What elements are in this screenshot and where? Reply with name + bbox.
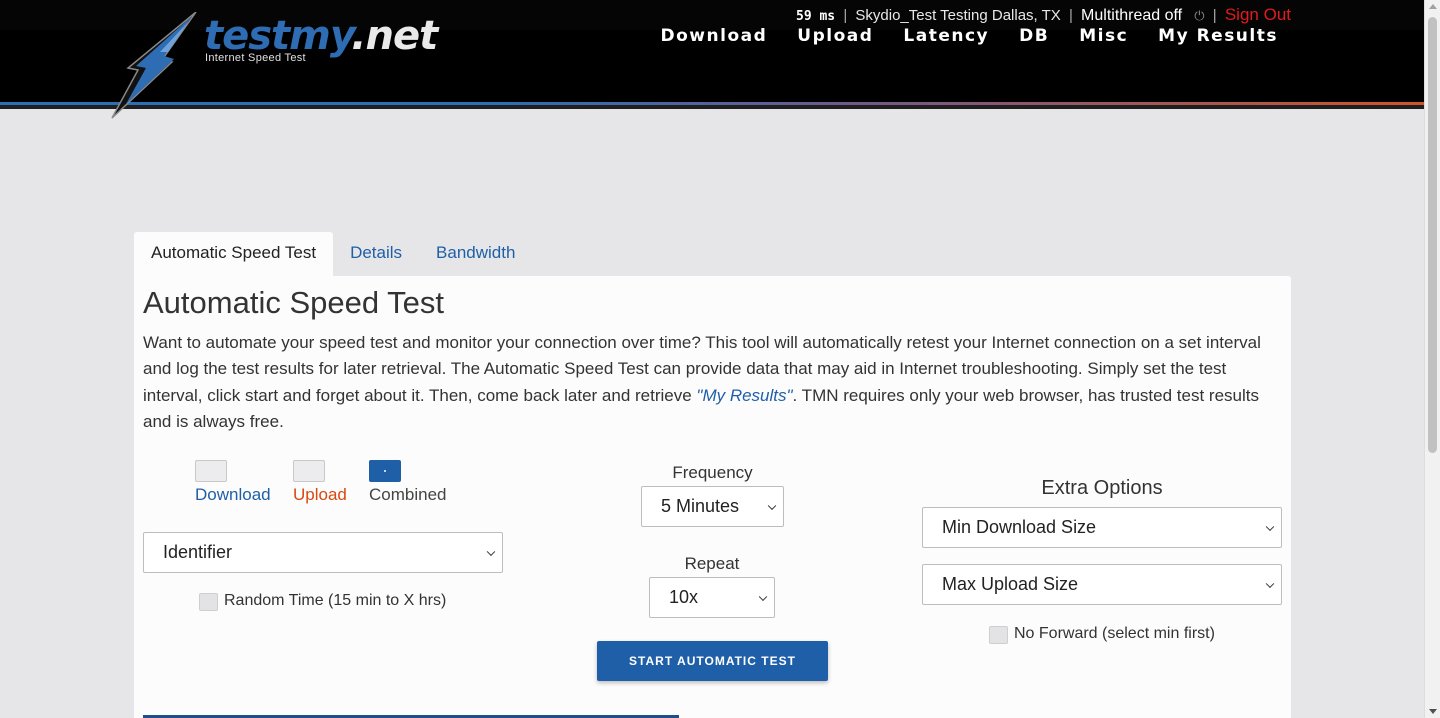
scroll-up-arrow-icon[interactable] <box>1429 4 1437 9</box>
main-nav: Download Upload Latency DB Misc My Resul… <box>661 26 1278 46</box>
tab-bandwidth[interactable]: Bandwidth <box>419 232 532 276</box>
min-download-size-select[interactable]: Min Download Size <box>922 507 1282 548</box>
upload-label: Upload <box>293 485 347 504</box>
scroll-down-arrow-icon[interactable] <box>1429 709 1437 714</box>
latency-readout: 59 ms <box>796 9 836 24</box>
nav-latency[interactable]: Latency <box>903 26 989 46</box>
no-forward-label: No Forward (select min first) <box>1014 625 1215 642</box>
nav-download[interactable]: Download <box>661 26 768 46</box>
multithread-toggle[interactable]: Multithread off <box>1081 7 1182 24</box>
server-info: Skydio_Test Testing Dallas, TX <box>855 7 1061 24</box>
logo-subtitle: Internet Speed Test <box>205 52 306 64</box>
separator: | <box>1068 7 1073 24</box>
intro-text: Want to automate your speed test and mon… <box>143 330 1283 435</box>
nav-upload[interactable]: Upload <box>797 26 873 46</box>
max-upload-size-value: Max Upload Size <box>942 574 1079 594</box>
no-forward-checkbox[interactable] <box>989 626 1008 644</box>
frequency-select[interactable]: 5 Minutes <box>641 486 784 527</box>
random-time-label: Random Time (15 min to X hrs) <box>224 592 447 609</box>
repeat-select[interactable]: 10x <box>649 577 775 618</box>
lightning-bolt-icon <box>111 12 197 119</box>
download-checkbox[interactable] <box>195 460 227 482</box>
separator: | <box>1212 7 1217 24</box>
page-title: Automatic Speed Test <box>143 285 444 320</box>
chevron-down-icon <box>767 501 777 510</box>
status-line: 59 ms | Skydio_Test Testing Dallas, TX |… <box>796 5 1291 25</box>
frequency-value: 5 Minutes <box>661 496 740 516</box>
chevron-down-icon <box>486 547 496 556</box>
main-panel: Automatic Speed Test Want to automate yo… <box>134 276 1291 718</box>
max-upload-size-select[interactable]: Max Upload Size <box>922 564 1282 605</box>
repeat-label: Repeat <box>684 554 740 573</box>
site-logo[interactable]: testmy.net Internet Speed Test <box>108 12 438 119</box>
min-download-size-value: Min Download Size <box>942 517 1097 537</box>
identifier-value: Identifier <box>163 542 233 562</box>
start-automatic-test-button[interactable]: START AUTOMATIC TEST <box>597 641 828 681</box>
tab-bar: Automatic Speed Test Details Bandwidth <box>134 232 532 276</box>
sign-out-link[interactable]: Sign Out <box>1225 5 1291 24</box>
download-label: Download <box>195 485 271 504</box>
tab-details[interactable]: Details <box>333 232 419 276</box>
header-divider <box>0 105 1424 109</box>
frequency-label: Frequency <box>672 463 753 482</box>
chevron-down-icon <box>758 592 768 601</box>
nav-my-results[interactable]: My Results <box>1158 26 1278 46</box>
chevron-down-icon <box>1265 579 1275 588</box>
tab-automatic-speed-test[interactable]: Automatic Speed Test <box>134 232 334 276</box>
my-results-link[interactable]: "My Results" <box>696 386 792 405</box>
page-scrollbar[interactable] <box>1424 0 1440 718</box>
chevron-down-icon <box>1265 522 1275 531</box>
repeat-value: 10x <box>669 587 699 607</box>
identifier-select[interactable]: Identifier <box>143 532 503 573</box>
combined-checkbox[interactable] <box>369 460 401 482</box>
separator: | <box>843 7 848 24</box>
scrollbar-thumb[interactable] <box>1428 17 1437 453</box>
random-time-checkbox[interactable] <box>199 593 218 611</box>
combined-label: Combined <box>369 485 447 504</box>
nav-misc[interactable]: Misc <box>1079 26 1128 46</box>
extra-options-title: Extra Options <box>1041 477 1163 499</box>
upload-checkbox[interactable] <box>293 460 325 482</box>
logo-part-net: .net <box>351 13 438 59</box>
nav-db[interactable]: DB <box>1019 26 1049 46</box>
power-icon[interactable]: ⏻ <box>1194 8 1204 24</box>
